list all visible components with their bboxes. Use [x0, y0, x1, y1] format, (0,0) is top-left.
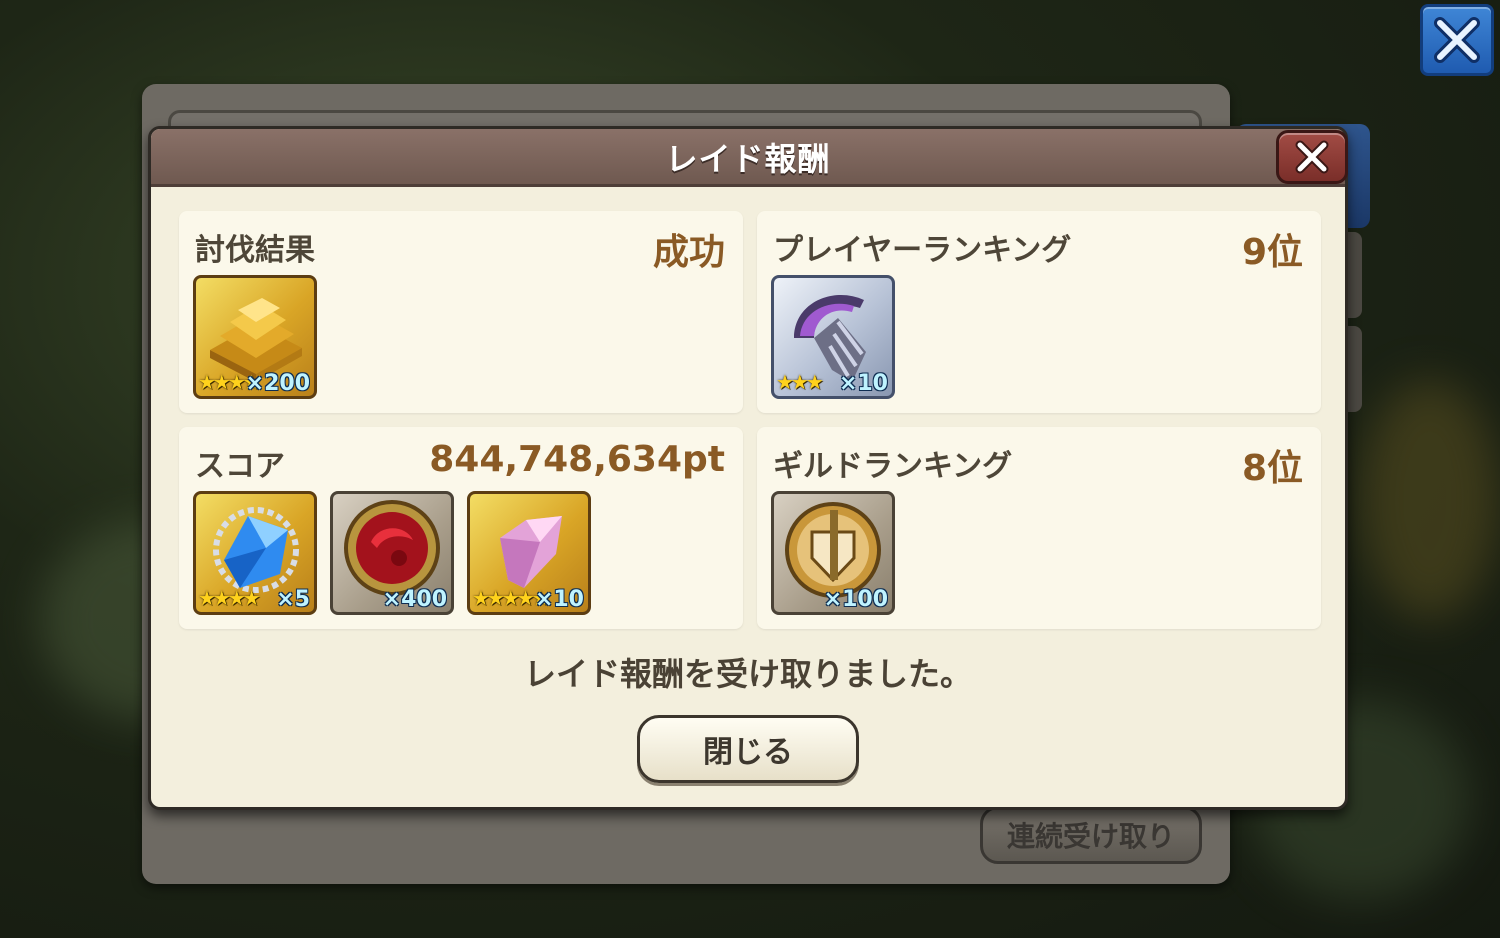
subjugation-result-card: 討伐結果 成功 ★★★★ ×200: [179, 211, 743, 413]
card-label: スコア: [195, 449, 285, 484]
reward-item[interactable]: ×100: [771, 491, 895, 615]
item-count: ×100: [823, 587, 888, 612]
raid-reward-dialog: レイド報酬 討伐結果 成功 ★★★★ ×200 プレイヤーランキング 9位 ★★…: [148, 126, 1348, 810]
reward-item[interactable]: ★★★★★ ×10: [467, 491, 591, 615]
item-count: ×10: [838, 371, 888, 396]
screen-close-button[interactable]: [1420, 4, 1494, 76]
card-label: プレイヤーランキング: [773, 233, 1072, 268]
close-icon: [1295, 140, 1329, 174]
item-count: ×5: [276, 587, 310, 612]
background-foliage: [1360, 380, 1500, 620]
card-value: 成功: [652, 232, 725, 273]
reward-item[interactable]: ★★★ ×10: [771, 275, 895, 399]
item-count: ×10: [534, 587, 584, 612]
reward-item[interactable]: ★★★★ ×200: [193, 275, 317, 399]
dialog-title: レイド報酬: [665, 139, 831, 178]
card-value: 9位: [1241, 232, 1303, 273]
dialog-header: レイド報酬: [151, 129, 1345, 187]
rarity-stars: ★★★★: [198, 586, 261, 610]
item-count: ×200: [245, 371, 310, 396]
card-label: ギルドランキング: [773, 449, 1013, 484]
score-card: スコア 844,748,634pt ★★★★ ×5 ×400 ★★★★★ ×10: [179, 427, 743, 629]
dialog-close-button[interactable]: [1276, 130, 1348, 184]
received-message: レイド報酬を受け取りました。: [523, 655, 972, 693]
card-value: 8位: [1241, 448, 1303, 489]
player-ranking-card: プレイヤーランキング 9位 ★★★ ×10: [757, 211, 1321, 413]
reward-item[interactable]: ★★★★ ×5: [193, 491, 317, 615]
card-value: 844,748,634pt: [429, 439, 725, 480]
rarity-stars: ★★★: [776, 370, 824, 394]
card-label: 討伐結果: [195, 233, 315, 268]
guild-ranking-card: ギルドランキング 8位 ×100: [757, 427, 1321, 629]
bulk-receive-button: 連続受け取り: [980, 806, 1202, 864]
item-count: ×400: [382, 587, 447, 612]
close-button[interactable]: 閉じる: [637, 715, 859, 783]
reward-item[interactable]: ×400: [330, 491, 454, 615]
close-icon: [1434, 17, 1480, 63]
